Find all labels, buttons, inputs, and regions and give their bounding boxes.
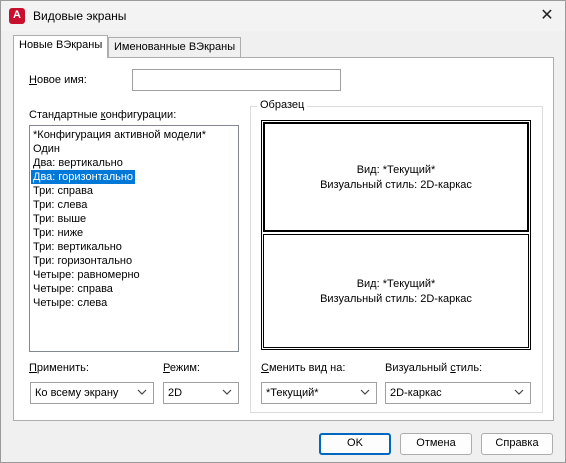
tab-new-viewports[interactable]: Новые ВЭкраны xyxy=(13,35,109,58)
viewport-top-active[interactable]: Вид: *Текущий* Визуальный стиль: 2D-карк… xyxy=(263,122,529,232)
list-item[interactable]: Один xyxy=(30,142,238,156)
visual-style-label: Визуальный стиль: xyxy=(385,362,483,374)
visual-style-select[interactable]: 2D-каркас xyxy=(385,382,531,404)
mode-select-value: 2D xyxy=(168,387,183,399)
change-view-label: Сменить вид на: xyxy=(261,362,346,374)
list-item[interactable]: *Конфигурация активной модели* xyxy=(30,128,238,142)
list-item[interactable]: Три: слева xyxy=(30,198,238,212)
list-item[interactable]: Три: выше xyxy=(30,212,238,226)
apply-label: Применить: xyxy=(29,362,89,374)
preview-area: Вид: *Текущий* Визуальный стиль: 2D-карк… xyxy=(261,120,531,350)
chevron-down-icon xyxy=(514,389,524,395)
viewport-view-text: Вид: *Текущий* xyxy=(356,278,436,290)
new-name-input[interactable] xyxy=(132,69,341,91)
help-button[interactable]: Справка xyxy=(481,433,553,455)
chevron-down-icon xyxy=(222,389,232,395)
list-item[interactable]: Четыре: равномерно xyxy=(30,268,238,282)
chevron-down-icon xyxy=(360,389,370,395)
viewport-style-text: Визуальный стиль: 2D-каркас xyxy=(320,179,472,191)
list-item[interactable]: Три: вертикально xyxy=(30,240,238,254)
mode-select[interactable]: 2D xyxy=(163,382,239,404)
standard-configurations-label: Стандартные конфигурации: xyxy=(29,109,177,121)
list-item[interactable]: Три: горизонтально xyxy=(30,254,238,268)
cancel-button[interactable]: Отмена xyxy=(400,433,472,455)
chevron-down-icon xyxy=(137,389,147,395)
window-title: Видовые экраны xyxy=(33,9,127,23)
visual-style-select-value: 2D-каркас xyxy=(390,387,442,399)
tab-named-viewports[interactable]: Именованные ВЭкраны xyxy=(108,37,242,57)
list-item[interactable]: Три: справа xyxy=(30,184,238,198)
viewport-style-text: Визуальный стиль: 2D-каркас xyxy=(320,293,472,305)
ok-button[interactable]: OK xyxy=(319,433,391,455)
apply-select-value: Ко всему экрану xyxy=(35,387,119,399)
list-item[interactable]: Два: вертикально xyxy=(30,156,238,170)
configurations-listbox[interactable]: *Конфигурация активной модели* Один Два:… xyxy=(29,125,239,352)
title-bar: A Видовые экраны ✕ xyxy=(1,1,565,31)
preview-label: Образец xyxy=(257,99,308,111)
list-item[interactable]: Четыре: справа xyxy=(30,282,238,296)
list-item-selected[interactable]: Два: горизонтально xyxy=(31,170,136,184)
change-view-select-value: *Текущий* xyxy=(266,387,319,399)
new-name-label: Новое имя: xyxy=(29,74,87,86)
change-view-select[interactable]: *Текущий* xyxy=(261,382,377,404)
list-item[interactable]: Четыре: слева xyxy=(30,296,238,310)
apply-select[interactable]: Ко всему экрану xyxy=(30,382,154,404)
autocad-app-icon: A xyxy=(9,8,25,24)
mode-label: Режим: xyxy=(163,362,200,374)
viewport-view-text: Вид: *Текущий* xyxy=(356,164,436,176)
list-item[interactable]: Три: ниже xyxy=(30,226,238,240)
close-icon[interactable]: ✕ xyxy=(538,7,556,25)
viewport-bottom[interactable]: Вид: *Текущий* Визуальный стиль: 2D-карк… xyxy=(263,234,529,348)
dialog-window: A Видовые экраны ✕ Новые ВЭкраны Именова… xyxy=(0,0,566,463)
